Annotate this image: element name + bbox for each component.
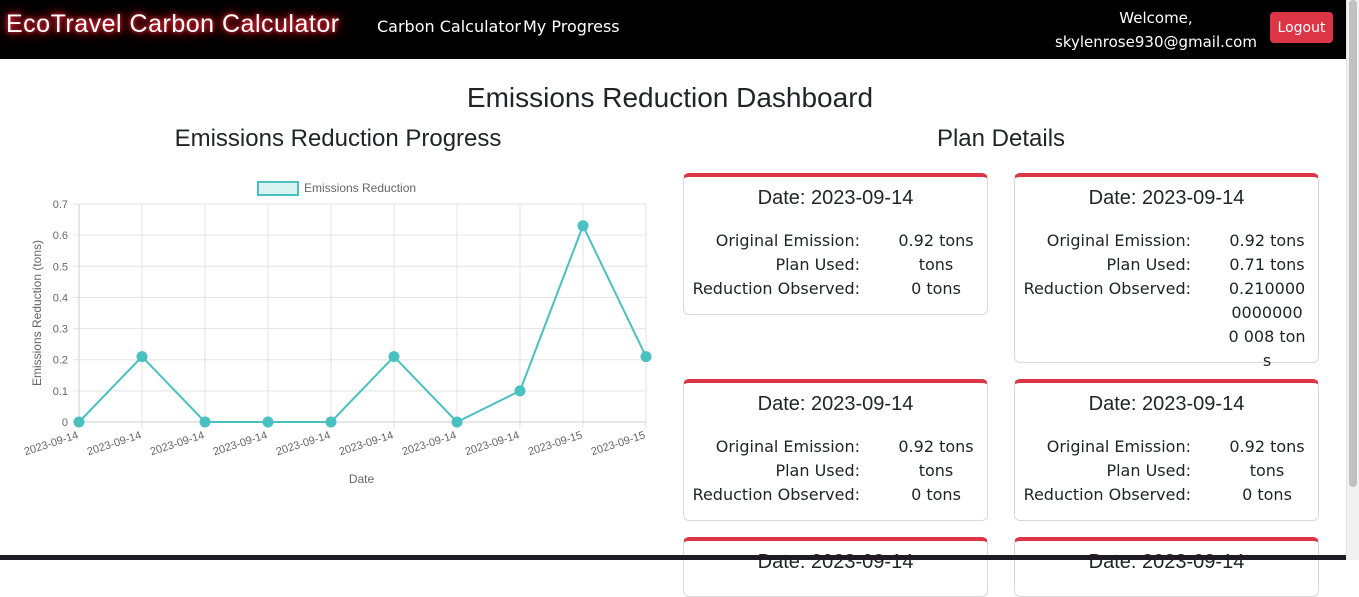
data-point <box>514 385 526 397</box>
y-tick-label: 0.3 <box>53 324 68 336</box>
original-emission-value: 0.92 tons <box>1229 437 1305 456</box>
x-tick-label: 2023-09-14 <box>212 429 269 458</box>
reduction-observed-label: Reduction Observed: <box>692 485 860 504</box>
nav-link-my-progress[interactable]: My Progress <box>523 17 620 36</box>
reduction-observed-label: Reduction Observed: <box>1023 485 1191 504</box>
welcome-message: Welcome, skylenrose930@gmail.com <box>1040 6 1272 54</box>
data-point <box>199 416 211 428</box>
x-tick-label: 2023-09-14 <box>23 429 80 458</box>
plan-used-label: Plan Used: <box>1106 461 1191 480</box>
original-emission-label: Original Emission: <box>715 437 860 456</box>
plan-card: Date: 2023-09-14 Original Emission: 0.92 t… <box>683 173 988 315</box>
original-emission-label: Original Emission: <box>715 231 860 250</box>
x-tick-label: 2023-09-15 <box>590 429 647 458</box>
y-tick-label: 0.1 <box>53 386 68 398</box>
y-axis-title: Emissions Reduction (tons) <box>30 240 44 386</box>
plan-card: Date: 2023-09-14 <box>1014 537 1319 597</box>
plan-used-value: tons <box>918 255 954 274</box>
plan-date: Date: 2023-09-14 <box>1088 393 1245 415</box>
y-tick-label: 0.4 <box>53 292 68 304</box>
original-emission-label: Original Emission: <box>1046 231 1191 250</box>
plan-date: Date: 2023-09-14 <box>757 393 914 415</box>
y-tick-label: 0.6 <box>53 230 68 242</box>
legend-swatch <box>257 181 299 196</box>
x-tick-label: 2023-09-14 <box>464 429 521 458</box>
original-emission-value: 0.92 tons <box>1229 231 1305 250</box>
plan-card: Date: 2023-09-14 <box>683 537 988 597</box>
legend-label: Emissions Reduction <box>304 181 416 195</box>
scrollbar-thumb[interactable] <box>1349 0 1357 487</box>
data-point <box>262 416 274 428</box>
plan-used-label: Plan Used: <box>775 461 860 480</box>
plan-card: Date: 2023-09-14 Original Emission: 0.92 t… <box>683 379 988 521</box>
reduction-observed-label: Reduction Observed: <box>1023 279 1191 298</box>
original-emission-label: Original Emission: <box>1046 437 1191 456</box>
plan-used-value: 0.71 tons <box>1229 255 1305 274</box>
data-point <box>73 416 85 428</box>
x-tick-label: 2023-09-14 <box>86 429 143 458</box>
brand-title[interactable]: EcoTravel Carbon Calculator <box>6 10 340 39</box>
series-line <box>78 223 647 424</box>
data-point <box>136 351 148 363</box>
plan-card: Date: 2023-09-14 Original Emission: 0.92 t… <box>1014 379 1319 521</box>
x-axis-title: Date <box>349 472 375 486</box>
navbar: EcoTravel Carbon Calculator Carbon Calcu… <box>0 0 1346 59</box>
x-tick-label: 2023-09-14 <box>401 429 458 458</box>
plan-used-label: Plan Used: <box>775 255 860 274</box>
reduction-observed-value: 0.210000 00000000 008 tons <box>1228 279 1306 370</box>
plan-date: Date: 2023-09-14 <box>1088 187 1245 209</box>
data-point <box>325 416 337 428</box>
reduction-observed-value: 0 tons <box>911 485 961 504</box>
plan-used-value: tons <box>1249 461 1285 480</box>
emissions-chart: 00.10.20.30.40.50.60.72023-09-14 2023-09-… <box>23 181 652 486</box>
page-title: Emissions Reduction Dashboard <box>466 82 874 113</box>
data-point <box>388 351 400 363</box>
original-emission-value: 0.92 tons <box>898 437 974 456</box>
plan-used-label: Plan Used: <box>1106 255 1191 274</box>
x-tick-label: 2023-09-14 <box>275 429 332 458</box>
logout-button[interactable]: Logout <box>1270 12 1333 43</box>
plan-date: Date: 2023-09-14 <box>757 187 914 209</box>
taskbar-strip <box>0 555 1346 560</box>
y-tick-label: 0.2 <box>53 355 68 367</box>
reduction-observed-value: 0 tons <box>911 279 961 298</box>
user-email: skylenrose930@gmail.com <box>1055 33 1257 51</box>
y-tick-label: 0.7 <box>53 199 68 211</box>
data-point <box>577 220 589 232</box>
original-emission-value: 0.92 tons <box>898 231 974 250</box>
reduction-observed-label: Reduction Observed: <box>692 279 860 298</box>
y-tick-label: 0.5 <box>53 261 68 273</box>
nav-link-carbon-calculator[interactable]: Carbon Calculator <box>377 17 521 36</box>
x-tick-label: 2023-09-15 <box>527 429 584 458</box>
x-tick-label: 2023-09-14 <box>149 429 206 458</box>
reduction-observed-value: 0 tons <box>1242 485 1292 504</box>
data-point <box>451 416 463 428</box>
plan-section-title: Plan Details <box>936 125 1066 152</box>
y-tick-label: 0 <box>62 417 68 429</box>
data-point <box>640 351 652 363</box>
plan-used-value: tons <box>918 461 954 480</box>
chart-section-title: Emissions Reduction Progress <box>174 125 502 152</box>
x-tick-label: 2023-09-14 <box>338 429 395 458</box>
welcome-text: Welcome, <box>1119 9 1193 27</box>
plan-card: Date: 2023-09-14 Original Emission: 0.92 t… <box>1014 173 1319 370</box>
